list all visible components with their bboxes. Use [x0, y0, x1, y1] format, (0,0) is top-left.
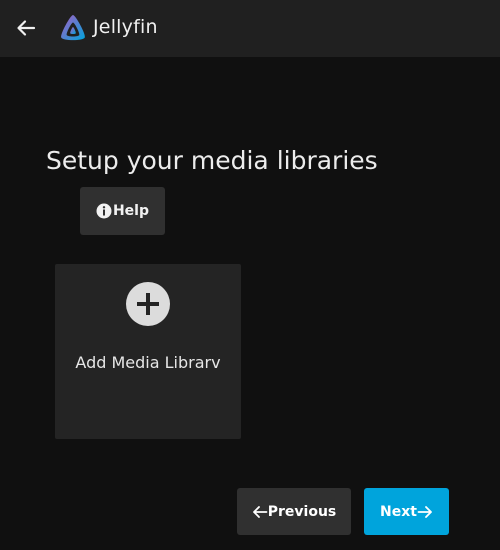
arrow-left-icon — [252, 505, 268, 518]
help-label: Help — [112, 203, 150, 219]
arrow-right-icon — [417, 505, 432, 518]
previous-button[interactable]: Previous — [237, 488, 351, 535]
header-bar: Jellyfin — [0, 0, 500, 57]
next-button[interactable]: Next — [364, 488, 449, 535]
add-media-library-card[interactable]: Add Media Librarv — [55, 264, 241, 439]
help-button[interactable]: Help — [80, 187, 165, 235]
brand-name: Jellyfin — [93, 16, 158, 38]
arrow-left-icon — [17, 20, 36, 36]
next-label: Next — [380, 503, 417, 520]
previous-label: Previous — [267, 503, 337, 520]
jellyfin-logo-icon — [61, 15, 85, 41]
add-media-library-label: Add Media Librarv — [75, 353, 221, 372]
info-icon — [96, 203, 112, 219]
back-button[interactable] — [12, 14, 40, 42]
plus-circle-icon — [126, 282, 170, 326]
page-title: Setup your media libraries — [46, 146, 378, 175]
